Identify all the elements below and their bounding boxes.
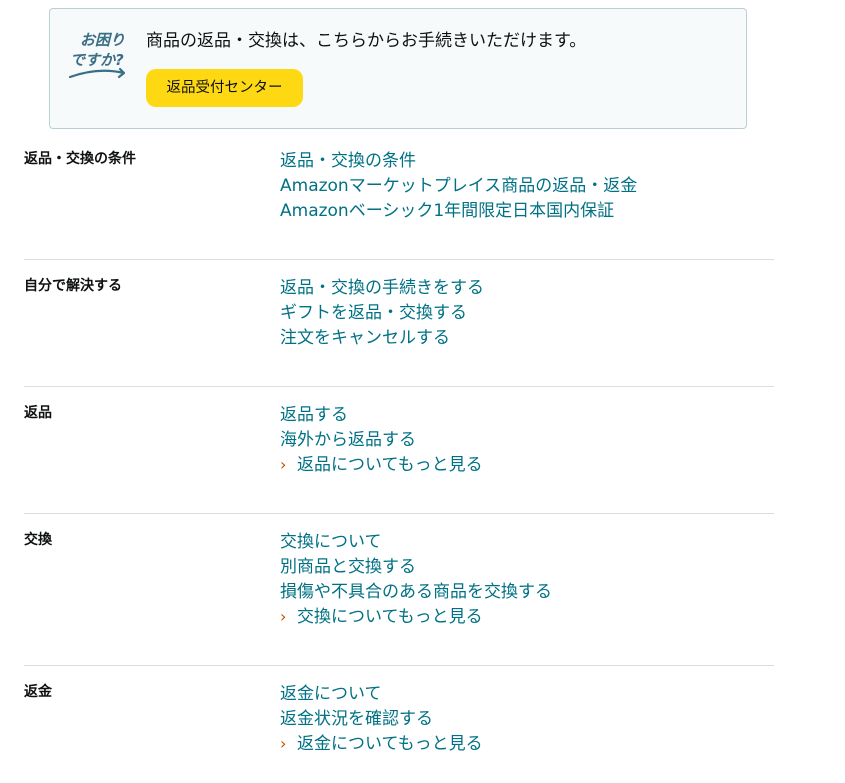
link-exchange-for-other-item[interactable]: 別商品と交換する [280, 557, 416, 577]
chevron-right-icon: › [280, 734, 287, 753]
help-message: 商品の返品・交換は、こちらからお手続きいただけます。 [146, 31, 587, 51]
logo-line1-text: お困り [80, 31, 125, 49]
link-list: 返品・交換の手続きをする ギフトを返品・交換する 注文をキャンセルする [280, 277, 484, 352]
section-title: 返品・交換の条件 [24, 151, 136, 167]
link-list: 返金について 返金状況を確認する › 返金についてもっと見る [280, 683, 483, 758]
link-exchange-damaged-item[interactable]: 損傷や不具合のある商品を交換する [280, 582, 552, 602]
link-more-about-returns[interactable]: 返品についてもっと見る [297, 455, 483, 475]
divider [24, 259, 774, 260]
link-cancel-order[interactable]: 注文をキャンセルする [280, 328, 450, 348]
section-title: 返金 [24, 684, 52, 700]
link-about-refunds[interactable]: 返金について [280, 684, 382, 704]
divider [24, 386, 774, 387]
chevron-right-icon: › [280, 607, 287, 626]
link-return-item[interactable]: 返品する [280, 405, 348, 425]
help-box: お困り ですか? 商品の返品・交換は、こちらからお手続きいただけます。 返品受付… [49, 8, 747, 129]
section-title: 返品 [24, 405, 52, 421]
section-title: 自分で解決する [24, 278, 122, 294]
logo-line2-text: ですか? [70, 51, 124, 69]
help-logo: お困り ですか? [68, 27, 138, 85]
link-marketplace-return-refund[interactable]: Amazonマーケットプレイス商品の返品・返金 [280, 176, 637, 196]
link-more-about-exchanges[interactable]: 交換についてもっと見る [297, 607, 483, 627]
link-return-conditions[interactable]: 返品・交換の条件 [280, 151, 416, 171]
section-title: 交換 [24, 532, 52, 548]
chevron-right-icon: › [280, 455, 287, 474]
link-about-exchanges[interactable]: 交換について [280, 532, 382, 552]
link-more-about-refunds[interactable]: 返金についてもっと見る [297, 734, 483, 754]
logo-arrow-icon [68, 67, 126, 79]
link-list: 交換について 別商品と交換する 損傷や不具合のある商品を交換する › 交換について… [280, 531, 552, 631]
divider [24, 513, 774, 514]
return-center-button[interactable]: 返品受付センター [146, 69, 303, 107]
link-amazon-basics-warranty[interactable]: Amazonベーシック1年間限定日本国内保証 [280, 201, 614, 221]
link-return-from-overseas[interactable]: 海外から返品する [280, 430, 416, 450]
link-list: 返品・交換の条件 Amazonマーケットプレイス商品の返品・返金 Amazonベ… [280, 150, 637, 225]
link-list: 返品する 海外から返品する › 返品についてもっと見る [280, 404, 483, 479]
link-check-refund-status[interactable]: 返金状況を確認する [280, 709, 433, 729]
link-gift-return-exchange[interactable]: ギフトを返品・交換する [280, 303, 467, 323]
link-start-return-exchange[interactable]: 返品・交換の手続きをする [280, 278, 484, 298]
divider [24, 665, 774, 666]
